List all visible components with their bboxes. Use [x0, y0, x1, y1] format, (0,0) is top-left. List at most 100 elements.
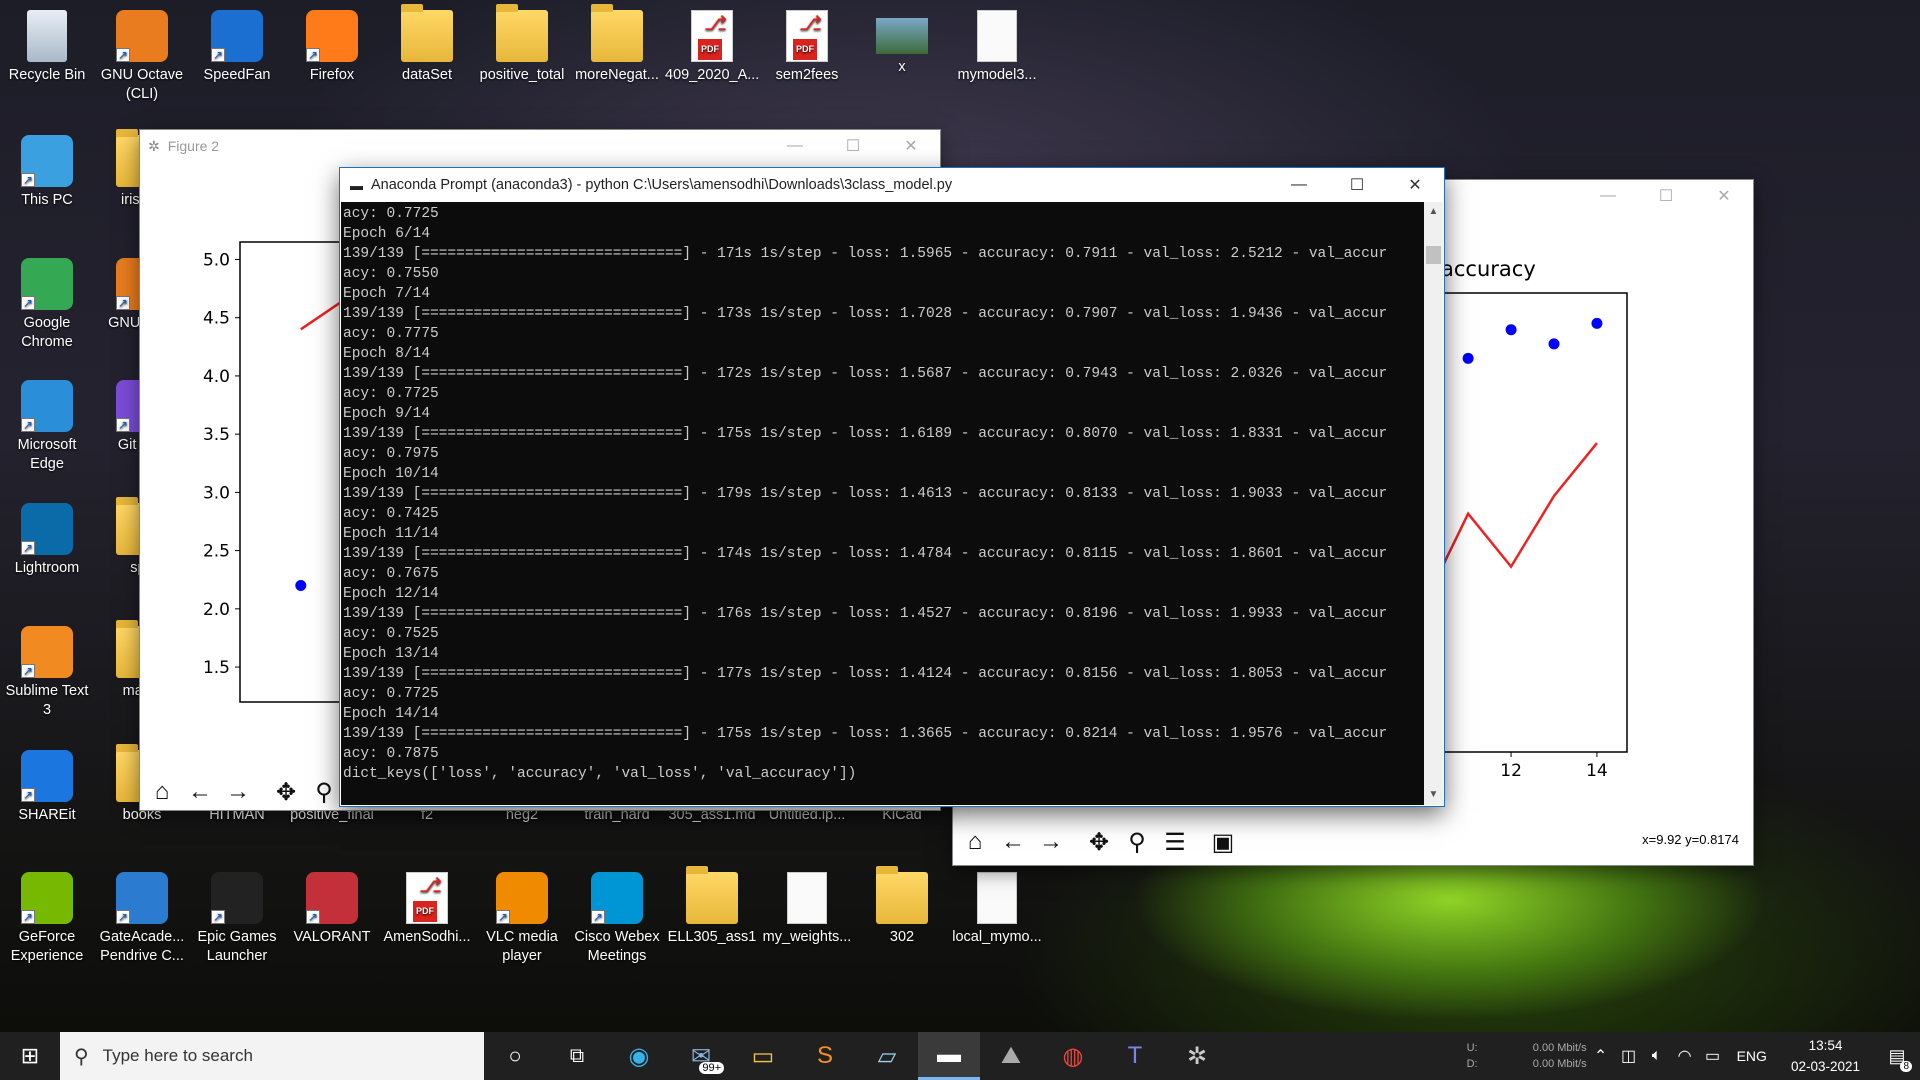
- notification-badge: 8: [1900, 1061, 1912, 1072]
- wifi-icon[interactable]: ◠: [1671, 1032, 1699, 1080]
- pan-icon[interactable]: ✥: [1081, 824, 1117, 860]
- teams-icon[interactable]: T: [1104, 1032, 1166, 1080]
- desktop-icon-firefox[interactable]: Firefox: [285, 4, 379, 85]
- volume-icon[interactable]: 🔈︎: [1643, 1032, 1671, 1080]
- folder-icon: [686, 866, 738, 924]
- y-tick-label: 5.0: [203, 250, 230, 270]
- photos-icon[interactable]: ⛰: [980, 1032, 1042, 1080]
- forward-icon[interactable]: →: [1033, 824, 1069, 860]
- file-explorer-icon[interactable]: ▭: [732, 1032, 794, 1080]
- scroll-up-icon[interactable]: ▲: [1424, 202, 1443, 222]
- minimize-button[interactable]: —: [1270, 169, 1328, 201]
- desktop-icon-lightroom[interactable]: Lightroom: [0, 497, 94, 578]
- terminal-line: Epoch 10/14: [343, 466, 439, 482]
- anaconda-prompt-window[interactable]: ▬ Anaconda Prompt (anaconda3) - python C…: [340, 168, 1444, 806]
- maximize-button[interactable]: ☐: [1328, 169, 1386, 201]
- network-speed: U: 0.00 Mbit/s D: 0.00 Mbit/s: [1466, 1042, 1587, 1070]
- accuracy-point: [1591, 317, 1603, 329]
- search-placeholder: Type here to search: [102, 1046, 253, 1065]
- scroll-down-icon[interactable]: ▼: [1424, 785, 1443, 805]
- language-indicator[interactable]: ENG: [1727, 1048, 1777, 1064]
- back-icon[interactable]: ←: [182, 774, 218, 810]
- minimize-button[interactable]: —: [766, 130, 824, 162]
- desktop-icon-amensodhi[interactable]: AmenSodhi...: [380, 866, 474, 947]
- mail-icon[interactable]: ✉ 99+: [670, 1032, 732, 1080]
- desktop-icon-gateacade-pendrive-c[interactable]: GateAcade... Pendrive C...: [95, 866, 189, 966]
- desktop-icon-my-weights[interactable]: my_weights...: [760, 866, 854, 947]
- terminal-output[interactable]: acy: 0.7725 Epoch 6/14 139/139 [==========…: [341, 202, 1424, 805]
- terminal-scrollbar[interactable]: ▲ ▼: [1424, 202, 1443, 805]
- terminal-line: acy: 0.7550: [343, 266, 439, 282]
- shortcut-arrow-icon: [21, 416, 35, 435]
- meet-now-icon[interactable]: ◫: [1615, 1032, 1643, 1080]
- desktop-icon-local-mymo[interactable]: local_mymo...: [950, 866, 1044, 947]
- accuracy-point: [1462, 352, 1474, 364]
- maximize-button[interactable]: ☐: [824, 130, 882, 162]
- desktop-icon-label: mymodel3...: [957, 67, 1037, 83]
- desktop-icon-valorant[interactable]: VALORANT: [285, 866, 379, 947]
- cursor-coords: x=9.92 y=0.8174: [1642, 832, 1739, 847]
- desktop-icon-gnu-octave-cli[interactable]: GNU Octave (CLI): [95, 4, 189, 104]
- desktop-icon-recycle-bin[interactable]: Recycle Bin: [0, 4, 94, 85]
- zoom-icon[interactable]: ⚲: [1119, 824, 1155, 860]
- desktop-icon-positive-total[interactable]: positive_total: [475, 4, 569, 85]
- desktop-icon-mymodel3[interactable]: mymodel3...: [950, 4, 1044, 85]
- terminal-taskbar-icon[interactable]: ▬: [918, 1032, 980, 1080]
- chrome-icon[interactable]: ◍: [1042, 1032, 1104, 1080]
- desktop-icon-dataset[interactable]: dataSet: [380, 4, 474, 85]
- notepad-icon[interactable]: ▱: [856, 1032, 918, 1080]
- start-button[interactable]: ⊞: [0, 1032, 60, 1080]
- notification-icon[interactable]: ▤ 8: [1874, 1032, 1920, 1080]
- pan-icon[interactable]: ✥: [268, 774, 304, 810]
- forward-icon[interactable]: →: [220, 774, 256, 810]
- close-button[interactable]: ✕: [882, 130, 940, 162]
- zoom-icon[interactable]: ⚲: [306, 774, 342, 810]
- battery-icon[interactable]: ▭: [1699, 1032, 1727, 1080]
- desktop-icon-geforce-experience[interactable]: GeForce Experience: [0, 866, 94, 966]
- edge-icon[interactable]: ◉: [608, 1032, 670, 1080]
- shortcut-arrow-icon: [591, 908, 605, 927]
- terminal-titlebar[interactable]: ▬ Anaconda Prompt (anaconda3) - python C…: [340, 168, 1444, 202]
- desktop-icon-label: SHAREit: [18, 807, 76, 823]
- desktop-icon-cisco-webex-meetings[interactable]: Cisco Webex Meetings: [570, 866, 664, 966]
- desktop-icon-label: ELL305_ass1: [667, 929, 757, 945]
- save-icon[interactable]: ▣: [1205, 824, 1241, 860]
- home-icon[interactable]: ⌂: [957, 824, 993, 860]
- desktop-icon-sem2fees[interactable]: sem2fees: [760, 4, 854, 85]
- search-box[interactable]: ⚲ Type here to search: [60, 1032, 484, 1080]
- back-icon[interactable]: ←: [995, 824, 1031, 860]
- desktop-icon-epic-games-launcher[interactable]: Epic Games Launcher: [190, 866, 284, 966]
- desktop-icon-ell305-ass1[interactable]: ELL305_ass1: [665, 866, 759, 947]
- home-icon[interactable]: ⌂: [144, 774, 180, 810]
- maximize-button[interactable]: ☐: [1637, 180, 1695, 212]
- close-button[interactable]: ✕: [1386, 169, 1444, 201]
- desktop-icon-409-2020-a[interactable]: 409_2020_A...: [665, 4, 759, 85]
- cortana-icon[interactable]: ○: [484, 1032, 546, 1080]
- shortcut-arrow-icon: [496, 908, 510, 927]
- close-button[interactable]: ✕: [1695, 180, 1753, 212]
- clock[interactable]: 13:54 02-03-2021: [1777, 1035, 1874, 1077]
- desktop-icon-label: Recycle Bin: [8, 67, 86, 83]
- desktop-icon-google-chrome[interactable]: Google Chrome: [0, 252, 94, 352]
- shortcut-arrow-icon: [306, 908, 320, 927]
- desktop-icon-speedfan[interactable]: SpeedFan: [190, 4, 284, 85]
- pdf-icon: [691, 10, 733, 62]
- sublime-text-icon[interactable]: S: [794, 1032, 856, 1080]
- shortcut-arrow-icon: [116, 908, 130, 927]
- desktop-icon-morenegat[interactable]: moreNegat...: [570, 4, 664, 85]
- subplots-icon[interactable]: ☰: [1157, 824, 1193, 860]
- desktop-icon-microsoft-edge[interactable]: Microsoft Edge: [0, 374, 94, 474]
- desktop-icon-sublime-text-3[interactable]: Sublime Text 3: [0, 620, 94, 720]
- desktop-icon-302[interactable]: 302: [855, 866, 949, 947]
- chevron-up-icon[interactable]: ⌃: [1587, 1032, 1615, 1080]
- desktop-icon-shareit[interactable]: SHAREit: [0, 744, 94, 825]
- desktop-icon-label: Microsoft Edge: [17, 437, 77, 472]
- desktop-icon-vlc-media-player[interactable]: VLC media player: [475, 866, 569, 966]
- figure2-titlebar[interactable]: ✲ Figure 2 — ☐ ✕: [140, 130, 940, 162]
- minimize-button[interactable]: —: [1579, 180, 1637, 212]
- desktop-icon-this-pc[interactable]: This PC: [0, 129, 94, 210]
- scroll-thumb[interactable]: [1426, 246, 1441, 264]
- matplotlib-taskbar-icon[interactable]: ✲: [1166, 1032, 1228, 1080]
- desktop-icon-x[interactable]: x: [855, 4, 949, 77]
- task-view-icon[interactable]: ⧉: [546, 1032, 608, 1080]
